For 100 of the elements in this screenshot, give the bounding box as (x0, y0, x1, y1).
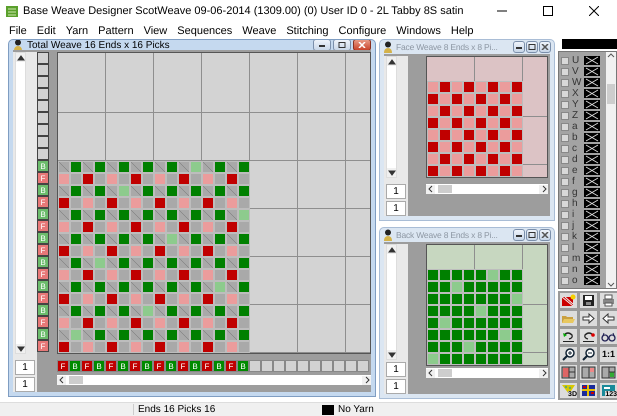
weave-cell[interactable] (214, 245, 226, 258)
weave-cell[interactable] (190, 221, 202, 234)
weave-cell[interactable] (190, 341, 202, 354)
weave-cell[interactable] (106, 209, 118, 222)
yarn-checkbox[interactable] (561, 178, 569, 186)
weave-cell[interactable] (142, 161, 154, 174)
weave-cell[interactable] (94, 209, 106, 222)
weave-cell[interactable] (475, 117, 487, 130)
vertical-scrollbar[interactable] (15, 52, 26, 354)
yarn-checkbox[interactable] (561, 266, 569, 274)
weave-cell[interactable] (178, 317, 190, 330)
weave-cell[interactable] (499, 81, 511, 94)
weave-cell[interactable] (511, 117, 523, 130)
pick-box[interactable] (37, 124, 49, 136)
weave-cell[interactable] (427, 105, 439, 118)
weave-cell[interactable] (511, 269, 523, 282)
toolbar-button[interactable] (559, 328, 578, 346)
weave-cell[interactable] (106, 257, 118, 270)
weave-cell[interactable] (226, 257, 238, 270)
minimize-button[interactable] (313, 40, 331, 50)
weave-cell[interactable] (427, 269, 439, 282)
weave-cell[interactable] (70, 317, 82, 330)
weave-cell[interactable] (58, 281, 70, 294)
weave-cell[interactable] (475, 341, 487, 354)
weave-cell[interactable] (70, 185, 82, 198)
end-box[interactable] (309, 360, 321, 372)
weave-cell[interactable] (118, 197, 130, 210)
weave-cell[interactable] (499, 105, 511, 118)
weave-cell[interactable] (451, 329, 463, 342)
weave-cell[interactable] (439, 305, 451, 318)
weave-cell[interactable] (58, 269, 70, 282)
weave-cell[interactable] (70, 233, 82, 246)
weave-cell[interactable] (238, 185, 250, 198)
weave-cell[interactable] (70, 245, 82, 258)
weave-cell[interactable] (427, 129, 439, 142)
menu-item[interactable]: Help (446, 24, 478, 37)
weave-cell[interactable] (94, 341, 106, 354)
weave-cell[interactable] (166, 161, 178, 174)
weave-cell[interactable] (82, 173, 94, 186)
weave-cell[interactable] (154, 281, 166, 294)
weave-cell[interactable] (427, 341, 439, 354)
weave-cell[interactable] (439, 105, 451, 118)
weave-cell[interactable] (94, 221, 106, 234)
vertical-scrollbar[interactable] (386, 56, 397, 178)
pick-box[interactable] (37, 52, 49, 64)
weave-cell[interactable] (70, 161, 82, 174)
weave-cell[interactable] (82, 269, 94, 282)
weave-cell[interactable] (214, 257, 226, 270)
weave-cell[interactable] (202, 293, 214, 306)
weave-cell[interactable] (427, 317, 439, 330)
weave-cell[interactable] (226, 173, 238, 186)
weave-cell[interactable] (451, 317, 463, 330)
weave-cell[interactable] (82, 329, 94, 342)
end-box[interactable] (273, 360, 285, 372)
weave-cell[interactable] (202, 173, 214, 186)
weave-cell[interactable] (511, 81, 523, 94)
weave-cell[interactable] (463, 165, 475, 178)
weave-cell[interactable] (463, 305, 475, 318)
scroll-down-button[interactable] (387, 350, 396, 360)
weave-cell[interactable] (118, 257, 130, 270)
toolbar-button[interactable] (599, 310, 617, 328)
weave-cell[interactable] (70, 293, 82, 306)
weave-cell[interactable] (178, 233, 190, 246)
weave-cell[interactable] (226, 233, 238, 246)
scroll-right-button[interactable] (362, 376, 371, 385)
weave-cell[interactable] (238, 317, 250, 330)
weave-cell[interactable] (58, 257, 70, 270)
weave-cell[interactable] (106, 245, 118, 258)
weave-cell[interactable] (130, 185, 142, 198)
weave-cell[interactable] (94, 233, 106, 246)
weave-cell[interactable] (451, 105, 463, 118)
toolbar-button[interactable] (559, 364, 578, 382)
weave-cell[interactable] (487, 105, 499, 118)
weave-cell[interactable] (58, 293, 70, 306)
weave-cell[interactable] (451, 305, 463, 318)
end-label[interactable]: B (141, 360, 153, 372)
weave-cell[interactable] (499, 317, 511, 330)
weave-cell[interactable] (106, 185, 118, 198)
weave-cell[interactable] (475, 317, 487, 330)
weave-cell[interactable] (178, 329, 190, 342)
weave-cell[interactable] (118, 281, 130, 294)
end-label[interactable]: B (189, 360, 201, 372)
yarn-checkbox[interactable] (561, 244, 569, 252)
weave-cell[interactable] (439, 153, 451, 166)
yarn-checkbox[interactable] (561, 166, 569, 175)
weave-cell[interactable] (166, 245, 178, 258)
scroll-down-icon[interactable] (607, 280, 615, 288)
weave-cell[interactable] (475, 153, 487, 166)
weave-cell[interactable] (190, 209, 202, 222)
weave-cell[interactable] (166, 173, 178, 186)
weave-cell[interactable] (82, 257, 94, 270)
weave-cell[interactable] (214, 305, 226, 318)
weave-cell[interactable] (214, 173, 226, 186)
weave-cell[interactable] (238, 173, 250, 186)
weave-cell[interactable] (70, 209, 82, 222)
weave-cell[interactable] (511, 353, 523, 366)
weave-cell[interactable] (499, 141, 511, 154)
weave-cell[interactable] (475, 269, 487, 282)
weave-cell[interactable] (463, 281, 475, 294)
weave-cell[interactable] (154, 257, 166, 270)
